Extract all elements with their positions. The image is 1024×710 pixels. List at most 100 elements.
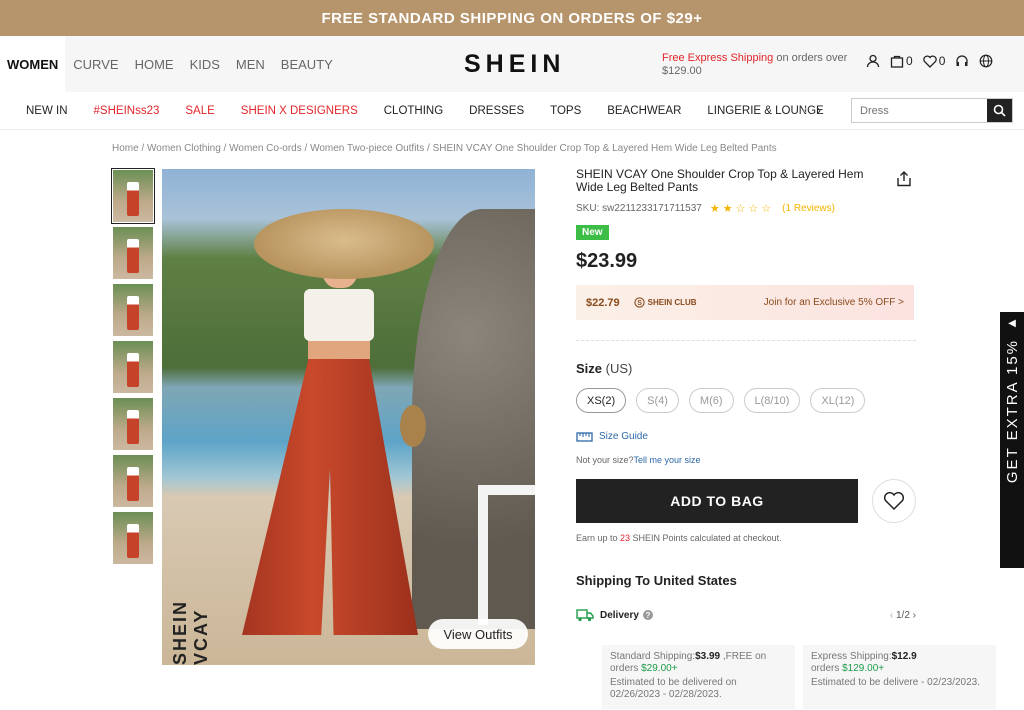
points-number: 23: [620, 533, 631, 543]
collapse-arrow-icon[interactable]: ◀: [1008, 318, 1016, 329]
reviews-link[interactable]: (1 Reviews): [782, 203, 835, 214]
thumbnail-list: [111, 168, 155, 569]
express-estimate: Estimated to be delivere - 02/23/2023.: [811, 677, 980, 688]
nav-clothing[interactable]: CLOTHING: [384, 105, 443, 117]
tab-men[interactable]: MEN: [228, 36, 273, 92]
image-pants: [242, 357, 418, 635]
cart-button[interactable]: 0: [890, 54, 913, 68]
search-button[interactable]: [987, 99, 1012, 122]
pager-text: 1/2: [895, 609, 910, 621]
heart-icon: [922, 54, 937, 68]
search-input[interactable]: [852, 99, 987, 122]
globe-icon: [979, 54, 993, 68]
size-m[interactable]: M(6): [688, 388, 734, 413]
size-s[interactable]: S(4): [636, 388, 679, 413]
tab-beauty[interactable]: BEAUTY: [273, 36, 341, 92]
thumbnail[interactable]: [113, 398, 153, 450]
bag-icon: [890, 55, 904, 68]
sku-row: SKU: sw2211233171711537 ★★☆☆☆ (1 Reviews…: [576, 202, 916, 215]
size-l[interactable]: L(8/10): [743, 388, 801, 413]
size-guide-link[interactable]: Size Guide: [576, 431, 916, 442]
standard-shipping-card: Standard Shipping:$3.99 ,FREE on orders …: [602, 645, 795, 709]
delivery-pager: ‹ 1/2 ›: [890, 610, 916, 621]
nav-sale[interactable]: SALE: [185, 105, 214, 117]
tab-kids[interactable]: KIDS: [182, 36, 228, 92]
thumbnail[interactable]: [111, 168, 155, 224]
nav-beachwear[interactable]: BEACHWEAR: [607, 105, 681, 117]
image-chair: [478, 485, 535, 625]
nav-sheinss23[interactable]: #SHEINss23: [94, 105, 160, 117]
tab-women[interactable]: WOMEN: [0, 36, 66, 92]
image-top: [304, 289, 374, 341]
help-icon[interactable]: ?: [642, 610, 653, 620]
club-logo-icon: S: [634, 297, 645, 308]
account-button[interactable]: [866, 54, 880, 68]
add-row: ADD TO BAG: [576, 479, 916, 523]
promo-banner[interactable]: FREE STANDARD SHIPPING ON ORDERS OF $29+: [0, 0, 1024, 36]
crumb-home[interactable]: Home: [112, 143, 139, 154]
breadcrumb: Home / Women Clothing / Women Co-ords / …: [112, 143, 777, 154]
crumb-women-clothing[interactable]: Women Clothing: [147, 143, 221, 154]
nav-new-in[interactable]: NEW IN: [26, 105, 68, 117]
delivery-label: Delivery: [600, 609, 639, 621]
gender-tabs: WOMEN CURVE HOME KIDS MEN BEAUTY: [0, 36, 341, 92]
language-button[interactable]: [979, 54, 993, 68]
wishlist-button[interactable]: 0: [922, 54, 946, 68]
promo-text: FREE STANDARD SHIPPING ON ORDERS OF $29+: [321, 9, 703, 27]
not-your-size-text: Not your size?: [576, 455, 634, 465]
divider: [576, 340, 916, 341]
support-button[interactable]: [955, 54, 969, 68]
size-heading: Size (US): [576, 361, 916, 376]
svg-text:S: S: [637, 300, 642, 307]
crumb-two-piece[interactable]: Women Two-piece Outfits: [310, 143, 424, 154]
thumbnail[interactable]: [113, 341, 153, 393]
size-xl[interactable]: XL(12): [810, 388, 866, 413]
size-xs[interactable]: XS(2): [576, 388, 627, 413]
nav-shein-x-designers[interactable]: SHEIN X DESIGNERS: [241, 105, 358, 117]
shein-club-banner[interactable]: $22.79 S SHEIN CLUB Join for an Exclusive…: [576, 285, 914, 320]
extra-discount-text: GET EXTRA 15%: [1003, 339, 1021, 484]
tab-home[interactable]: HOME: [127, 36, 182, 92]
nav-tops[interactable]: TOPS: [550, 105, 581, 117]
share-button[interactable]: [896, 170, 912, 192]
tell-me-link[interactable]: Tell me your size: [634, 455, 701, 465]
tab-curve[interactable]: CURVE: [65, 36, 126, 92]
nav-dresses[interactable]: DRESSES: [469, 105, 524, 117]
crumb-women-coords[interactable]: Women Co-ords: [229, 143, 302, 154]
thumbnail[interactable]: [113, 284, 153, 336]
image-waist: [308, 339, 370, 359]
thumbnail[interactable]: [113, 227, 153, 279]
thumbnail[interactable]: [113, 512, 153, 564]
standard-price: $3.99: [695, 651, 721, 662]
size-guide-text: Size Guide: [599, 431, 648, 442]
sku: SKU: sw2211233171711537: [576, 203, 702, 214]
ruler-icon: [576, 431, 593, 442]
pager-next-icon[interactable]: ›: [910, 610, 916, 621]
extra-discount-tab[interactable]: ◀ GET EXTRA 15%: [1000, 312, 1024, 568]
shein-logo[interactable]: SHEIN: [464, 50, 565, 79]
nav-prev-icon[interactable]: ‹: [803, 103, 807, 117]
main-product-image[interactable]: SHEIN VCAY View Outfits: [162, 169, 535, 665]
view-outfits-button[interactable]: View Outfits: [428, 619, 528, 649]
shipping-cards: Standard Shipping:$3.99 ,FREE on orders …: [602, 645, 996, 709]
wish-count: 0: [938, 54, 946, 68]
points-pre: Earn up to: [576, 533, 621, 543]
search-icon: [993, 104, 1006, 117]
add-to-bag-button[interactable]: ADD TO BAG: [576, 479, 858, 523]
wishlist-add-button[interactable]: [872, 479, 916, 523]
search-box: [851, 98, 1013, 123]
size-title: Size: [576, 361, 603, 376]
thumbnail[interactable]: [113, 455, 153, 507]
express-shipping-card: Express Shipping:$12.9 orders $129.00+ Es…: [803, 645, 996, 709]
nav-arrows: ‹ ›: [803, 103, 821, 117]
product-price: $23.99: [576, 250, 638, 272]
standard-line: Standard Shipping:$3.99 ,FREE on orders …: [610, 651, 787, 675]
share-icon: [897, 171, 911, 187]
image-bag: [400, 405, 426, 447]
size-options: XS(2) S(4) M(6) L(8/10) XL(12): [576, 388, 916, 413]
product-info: SHEIN VCAY One Shoulder Crop Top & Layer…: [576, 168, 916, 622]
nav-next-icon[interactable]: ›: [817, 103, 821, 117]
image-hat: [254, 209, 434, 279]
free-express-notice: Free Express Shipping on orders over $12…: [662, 52, 852, 78]
not-your-size: Not your size?Tell me your size: [576, 455, 916, 465]
